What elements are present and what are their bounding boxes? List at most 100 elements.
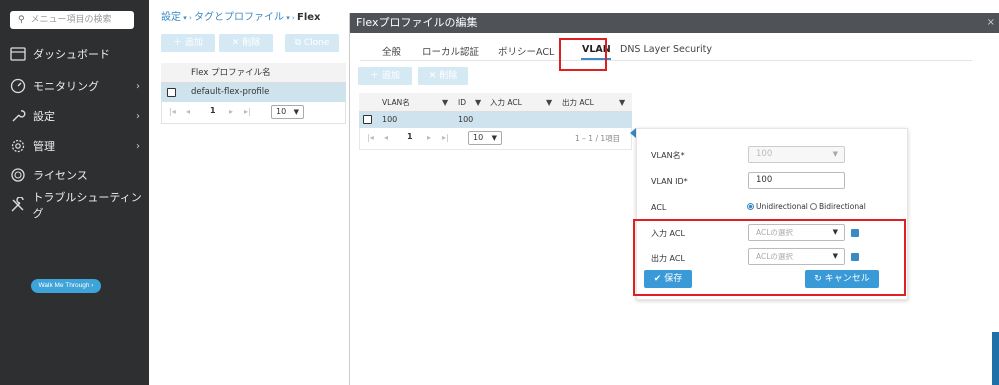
pager-page-number: 1 — [407, 132, 413, 141]
modal-tabs: 全般 ローカル認証 ポリシーACL VLAN DNS Layer Securit… — [360, 41, 972, 61]
vlan-id-cell: 100 — [458, 115, 474, 124]
pager-range: 1 – 1 / 1項目 — [575, 134, 621, 143]
close-icon[interactable]: × — [987, 13, 995, 33]
search-placeholder: メニュー項目の検索 — [30, 15, 112, 25]
scroll-edge — [992, 332, 999, 385]
search-icon: ⚲ — [18, 15, 25, 25]
sidebar-item-troubleshooting[interactable]: トラブルシューティング — [0, 191, 149, 220]
wrench-icon — [9, 107, 27, 125]
sidebar: ⚲ メニュー項目の検索 ダッシュボード モニタリング › 設定 › 管理 › ラ… — [0, 0, 149, 385]
sidebar-item-license[interactable]: ライセンス — [0, 162, 149, 188]
flex-profile-table: Flex プロファイル名 default-flex-profile |◂ ◂ 1… — [161, 63, 346, 124]
gear-icon — [9, 137, 27, 155]
delete-button[interactable]: ✕ 削除 — [219, 34, 273, 52]
sidebar-item-dashboard[interactable]: ダッシュボード — [0, 41, 149, 67]
radio-label: Bidirectional — [819, 202, 866, 211]
filter-icon[interactable]: ▼ — [475, 93, 481, 112]
pager-last-icon[interactable]: ▸| — [442, 133, 449, 142]
page-size-value: 10 — [276, 107, 287, 116]
vlan-id-label: VLAN ID* — [651, 177, 688, 186]
vlan-add-button[interactable]: ＋ 追加 — [358, 67, 412, 85]
sidebar-item-label: ライセンス — [33, 169, 88, 182]
vlan-table: VLAN名 ▼ ID ▼ 入力 ACL ▼ 出力 ACL ▼ 100 100 |… — [359, 93, 632, 150]
pager-next-icon[interactable]: ▸ — [229, 107, 233, 116]
dashboard-icon — [9, 45, 27, 63]
chevron-down-icon: ▼ — [293, 108, 299, 116]
table-pager: |◂ ◂ 1 ▸ ▸| 10 ▼ — [161, 102, 346, 124]
radio-unselected-icon — [810, 203, 817, 210]
sidebar-item-label: 設定 — [33, 110, 55, 123]
col-id[interactable]: ID — [458, 93, 466, 112]
col-out-acl[interactable]: 出力 ACL — [562, 93, 594, 112]
sidebar-item-label: トラブルシューティング — [32, 191, 142, 220]
clone-label: Clone — [303, 38, 330, 48]
clone-button[interactable]: ⧉ Clone — [285, 34, 339, 52]
table-row[interactable]: 100 100 — [359, 112, 632, 128]
vlan-tab-highlight — [559, 38, 607, 71]
chevron-down-icon: ▼ — [832, 150, 838, 158]
sidebar-item-label: 管理 — [33, 140, 55, 153]
row-checkbox[interactable] — [167, 88, 176, 97]
row-checkbox[interactable] — [363, 115, 372, 124]
tab-general[interactable]: 全般 — [382, 44, 401, 58]
table-row[interactable]: default-flex-profile — [161, 83, 346, 102]
chevron-right-icon: › — [136, 110, 140, 122]
sidebar-item-monitoring[interactable]: モニタリング › — [0, 73, 149, 99]
breadcrumb-tags-profiles[interactable]: タグとプロファイル — [194, 12, 284, 23]
vlan-name-value: 100 — [756, 149, 773, 159]
pager-first-icon[interactable]: |◂ — [367, 133, 374, 142]
tab-dns-layer-security[interactable]: DNS Layer Security — [620, 44, 712, 55]
breadcrumb-settings[interactable]: 設定 — [161, 12, 181, 23]
breadcrumb-current: Flex — [297, 12, 321, 23]
page-size-value: 10 — [473, 133, 484, 142]
profile-name: default-flex-profile — [191, 87, 270, 97]
vlan-id-input[interactable]: 100 — [748, 172, 845, 189]
table-header: Flex プロファイル名 — [161, 63, 346, 83]
pager-last-icon[interactable]: ▸| — [244, 107, 251, 116]
monitoring-icon — [9, 77, 27, 95]
col-vlan-name[interactable]: VLAN名 — [382, 93, 410, 112]
vlan-id-value: 100 — [756, 175, 773, 185]
vlan-table-pager: |◂ ◂ 1 ▸ ▸| 10 ▼ 1 – 1 / 1項目 — [359, 128, 632, 150]
tab-policy-acl[interactable]: ポリシーACL — [498, 44, 554, 58]
walk-me-through-button[interactable]: Walk Me Through › — [31, 279, 101, 293]
vlan-table-header: VLAN名 ▼ ID ▼ 入力 ACL ▼ 出力 ACL ▼ — [359, 93, 632, 112]
page-size-select[interactable]: 10 ▼ — [271, 105, 304, 119]
radio-bidirectional[interactable]: Bidirectional — [810, 202, 866, 211]
tools-icon — [9, 196, 26, 214]
sidebar-item-settings[interactable]: 設定 › — [0, 103, 149, 129]
chevron-down-icon: ▼ — [491, 134, 497, 142]
modal-header: Flexプロファイルの編集 × — [350, 13, 999, 33]
pager-page-number: 1 — [210, 106, 216, 115]
modal-title: Flexプロファイルの編集 — [356, 16, 478, 29]
tab-local-auth[interactable]: ローカル認証 — [422, 44, 479, 58]
vlan-delete-button[interactable]: ✕ 削除 — [418, 67, 468, 85]
pager-next-icon[interactable]: ▸ — [427, 133, 431, 142]
acl-section-highlight — [633, 219, 906, 296]
pager-prev-icon[interactable]: ◂ — [384, 133, 388, 142]
menu-search-input[interactable]: ⚲ メニュー項目の検索 — [10, 11, 134, 29]
chevron-right-icon: › — [136, 80, 140, 92]
radio-unidirectional[interactable]: Unidirectional — [747, 202, 808, 211]
radio-label: Unidirectional — [756, 202, 808, 211]
radio-selected-icon — [747, 203, 754, 210]
acl-label: ACL — [651, 203, 667, 212]
sidebar-item-label: モニタリング — [33, 80, 99, 93]
filter-icon[interactable]: ▼ — [546, 93, 552, 112]
license-icon — [9, 166, 27, 184]
pager-prev-icon[interactable]: ◂ — [186, 107, 190, 116]
vlan-name-cell: 100 — [382, 115, 398, 124]
col-in-acl[interactable]: 入力 ACL — [490, 93, 522, 112]
page-size-select[interactable]: 10 ▼ — [468, 131, 502, 145]
pager-first-icon[interactable]: |◂ — [169, 107, 176, 116]
breadcrumb: 設定 ▾ › タグとプロファイル ▾ › Flex — [161, 12, 321, 23]
clone-icon: ⧉ — [294, 38, 301, 48]
filter-icon[interactable]: ▼ — [442, 93, 448, 112]
vlan-name-label: VLAN名* — [651, 151, 685, 160]
chevron-right-icon: › — [136, 140, 140, 152]
sidebar-item-admin[interactable]: 管理 › — [0, 133, 149, 159]
filter-icon[interactable]: ▼ — [619, 93, 625, 112]
vlan-name-select: 100 ▼ — [748, 146, 845, 163]
sidebar-item-label: ダッシュボード — [33, 48, 110, 61]
add-button[interactable]: ＋ 追加 — [161, 34, 215, 52]
